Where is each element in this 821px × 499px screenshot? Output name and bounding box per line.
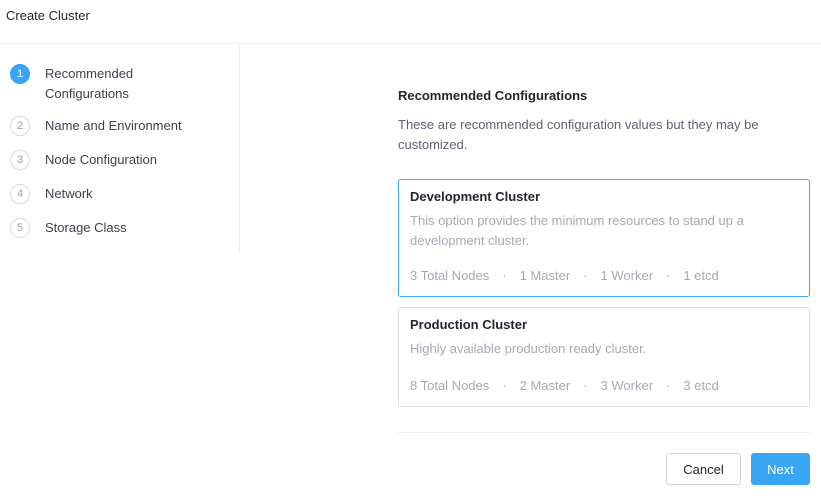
card-production-cluster[interactable]: Production Cluster Highly available prod… bbox=[398, 307, 810, 407]
create-cluster-dialog: Create Cluster 1 Recommended Configurati… bbox=[0, 0, 821, 499]
card-description: This option provides the minimum resourc… bbox=[410, 213, 744, 248]
step-node-configuration[interactable]: 3 Node Configuration bbox=[10, 150, 205, 170]
section-title: Recommended Configurations bbox=[398, 88, 588, 103]
step-recommended-configurations[interactable]: 1 Recommended Configurations bbox=[10, 64, 205, 104]
card-description: Highly available production ready cluste… bbox=[410, 341, 647, 356]
step-number: 4 bbox=[10, 184, 30, 204]
footer-divider bbox=[398, 432, 810, 433]
step-number: 2 bbox=[10, 116, 30, 136]
spec-etcd: 1 etcd bbox=[683, 268, 719, 283]
spec-total-nodes: 8 Total Nodes bbox=[410, 378, 490, 393]
step-network[interactable]: 4 Network bbox=[10, 184, 205, 204]
step-label: Recommended Configurations bbox=[45, 66, 134, 101]
spec-worker: 1 Worker bbox=[600, 268, 654, 283]
step-label: Storage Class bbox=[45, 220, 127, 235]
spec-separator: · bbox=[502, 378, 507, 393]
card-title: Development Cluster bbox=[410, 189, 541, 204]
dialog-title: Create Cluster bbox=[6, 8, 90, 23]
spec-master: 2 Master bbox=[519, 378, 571, 393]
card-specs: 8 Total Nodes · 2 Master · 3 Worker · 3 … bbox=[410, 378, 719, 393]
card-specs: 3 Total Nodes · 1 Master · 1 Worker · 1 … bbox=[410, 268, 719, 283]
spec-master: 1 Master bbox=[519, 268, 571, 283]
step-number: 5 bbox=[10, 218, 30, 238]
spec-separator: · bbox=[583, 268, 588, 283]
step-label: Name and Environment bbox=[45, 118, 182, 133]
step-name-and-environment[interactable]: 2 Name and Environment bbox=[10, 116, 205, 136]
spec-separator: · bbox=[502, 268, 507, 283]
step-number: 3 bbox=[10, 150, 30, 170]
spec-separator: · bbox=[583, 378, 588, 393]
main-content: Recommended Configurations These are rec… bbox=[398, 0, 810, 499]
section-description: These are recommended configuration valu… bbox=[398, 117, 759, 152]
spec-etcd: 3 etcd bbox=[683, 378, 719, 393]
next-button[interactable]: Next bbox=[751, 453, 810, 485]
card-development-cluster[interactable]: Development Cluster This option provides… bbox=[398, 179, 810, 297]
step-number: 1 bbox=[10, 64, 30, 84]
spec-separator: · bbox=[666, 268, 671, 283]
spec-total-nodes: 3 Total Nodes bbox=[410, 268, 490, 283]
wizard-steps: 1 Recommended Configurations 2 Name and … bbox=[0, 44, 240, 254]
step-storage-class[interactable]: 5 Storage Class bbox=[10, 218, 205, 238]
spec-worker: 3 Worker bbox=[600, 378, 654, 393]
card-title: Production Cluster bbox=[410, 317, 528, 332]
step-label: Node Configuration bbox=[45, 152, 158, 167]
spec-separator: · bbox=[666, 378, 671, 393]
step-label: Network bbox=[45, 186, 93, 201]
cancel-button[interactable]: Cancel bbox=[666, 453, 741, 485]
